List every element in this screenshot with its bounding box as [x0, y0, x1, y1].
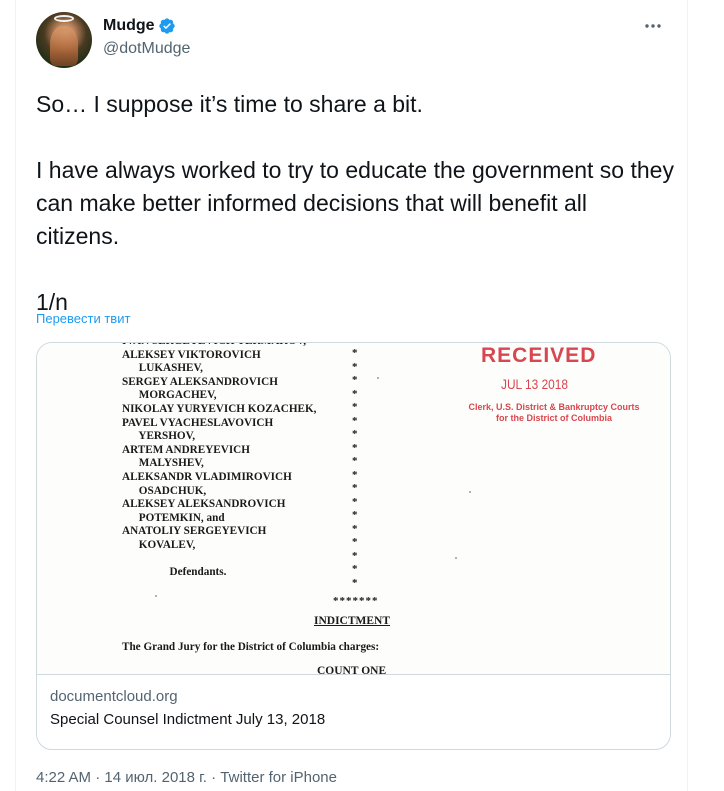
- ellipsis-icon: [645, 24, 661, 28]
- tweet-timestamp[interactable]: 4:22 AM · 14 июл. 2018 г. · Twitter for …: [36, 769, 337, 786]
- indictment-heading: INDICTMENT: [314, 615, 391, 627]
- scan-speck: [455, 557, 457, 559]
- avatar[interactable]: [36, 12, 92, 68]
- count-one-heading: COUNT ONE: [317, 665, 387, 675]
- link-card[interactable]: IVAN SERGEYEVICH YERMAKOV, ALEKSEY VIKTO…: [36, 342, 671, 750]
- charges-line: The Grand Jury for the District of Colum…: [122, 641, 380, 653]
- received-stamp: RECEIVED: [481, 344, 597, 367]
- stars-column: * * * * * * * * * * * * * * * * * *: [352, 347, 358, 589]
- scan-speck: [155, 595, 157, 597]
- defendants-list: IVAN SERGEYEVICH YERMAKOV, ALEKSEY VIKTO…: [122, 343, 317, 579]
- author-handle[interactable]: @dotMudge: [103, 40, 190, 58]
- more-options-button[interactable]: [641, 14, 665, 38]
- verified-badge-icon: [158, 18, 175, 34]
- stamp-clerk-text: Clerk, U.S. District & Bankruptcy Courts…: [468, 402, 640, 423]
- author-name-row[interactable]: Mudge: [103, 17, 176, 35]
- scan-speck: [469, 491, 471, 493]
- card-meta: documentcloud.org Special Counsel Indict…: [37, 675, 670, 728]
- tweet-text: So… I suppose it’s time to share a bit. …: [36, 91, 674, 315]
- card-title: Special Counsel Indictment July 13, 2018: [50, 711, 326, 728]
- card-domain: documentcloud.org: [50, 688, 178, 705]
- avatar-figure: [50, 26, 78, 66]
- translate-tweet-link[interactable]: Перевести твит: [36, 311, 130, 326]
- scan-speck: [377, 377, 379, 379]
- separator-stars: *******: [333, 595, 379, 607]
- author-name[interactable]: Mudge: [103, 17, 155, 35]
- tweet-container: Mudge @dotMudge So… I suppose it’s time …: [15, 0, 688, 791]
- halo-decoration: [54, 15, 74, 22]
- stamp-date: JUL 13 2018: [501, 376, 569, 392]
- document-preview-image: IVAN SERGEYEVICH YERMAKOV, ALEKSEY VIKTO…: [37, 343, 670, 675]
